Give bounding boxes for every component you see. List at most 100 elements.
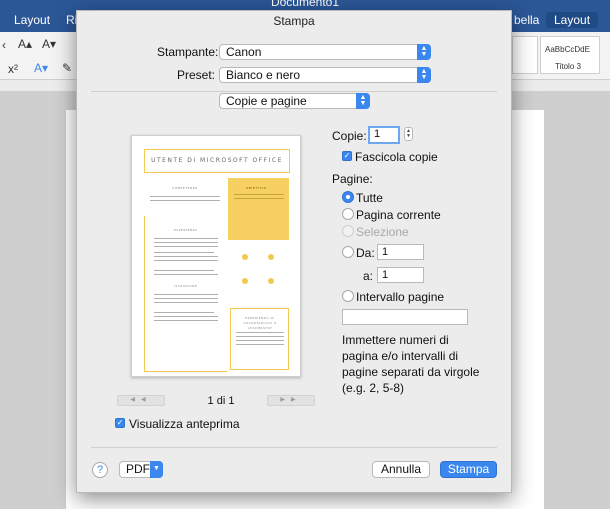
ribbon-arrow-icon[interactable]: ‹ [2,38,6,52]
to-value: 1 [382,269,389,281]
pages-current-radio[interactable] [342,208,354,220]
text-effects-icon[interactable]: A▾ [34,61,48,75]
preview-header: UTENTE DI MICROSOFT OFFICE [144,149,290,173]
pages-all-radio[interactable] [342,191,354,203]
tab-layout[interactable]: Layout [14,13,50,27]
preview-icon-dot [268,278,274,284]
pages-selection-radio [342,225,354,237]
preview-text-line [154,260,218,261]
range-label: Intervallo pagine [356,290,445,304]
pages-from-radio[interactable] [342,246,354,258]
next-page-icon: ▶▶ [280,397,302,403]
pdf-button[interactable]: PDF ▼ [119,461,163,478]
preview-section: ESPERIENZA DI VOLONTARIATO O LEADERSHIP [243,316,277,330]
preview-text-line [236,332,284,333]
preset-label: Preset: [177,68,216,82]
copies-input[interactable]: 1 [368,126,400,144]
separator [91,91,497,92]
preview-section: OBIETTIVO [246,186,267,190]
preview-text-line [150,200,220,201]
chevron-down-icon: ▼ [150,461,163,478]
preview-text-line [154,238,218,239]
help-button[interactable]: ? [92,462,108,478]
copies-value: 1 [374,128,381,140]
prev-page-icon: ◀◀ [130,397,152,403]
preset-select[interactable]: Bianco e nero ▲ ▼ [219,67,431,83]
range-hint: Immettere numeri di pagina e/o intervall… [342,333,480,395]
show-preview-label: Visualizza anteprima [129,417,240,431]
show-preview-checkbox[interactable]: ✓ [115,418,125,428]
from-value: 1 [382,246,389,258]
preview-text-line [150,196,220,197]
preview-icon-dot [268,254,274,260]
preview-text-line [154,312,214,313]
to-label: a: [363,269,374,283]
superscript-icon[interactable]: x² [8,62,18,76]
preview-text-line [236,344,284,345]
checkmark-icon: ✓ [116,418,124,427]
range-input[interactable] [342,309,468,325]
preview-text-line [154,320,218,321]
preview-text-line [154,294,218,295]
preview-text-line [154,316,218,317]
preview-text-line [154,298,218,299]
pages-selection-label: Selezione [356,225,409,239]
style-partial[interactable] [512,36,538,74]
preview-icon-dot [242,254,248,260]
printer-label: Stampante: [157,45,219,59]
highlight-icon[interactable]: ✎ [62,61,72,75]
prev-page-button[interactable]: ◀◀ [117,395,165,406]
preview-text-line [154,246,218,247]
from-label: Da: [356,246,375,260]
preview-section: COMPETENZE [172,186,198,190]
style-sample: AaBbCcDdE [545,45,590,54]
printer-value: Canon [226,45,262,59]
pages-range-radio[interactable] [342,290,354,302]
chevron-updown-icon: ▲ ▼ [417,44,431,60]
section-value: Copie e pagine [226,94,307,108]
collate-checkbox[interactable]: ✓ [342,151,352,161]
font-size-down-icon[interactable]: A▾ [42,37,56,51]
tab-layout-table[interactable]: Layout [546,12,599,28]
font-size-up-icon[interactable]: A▴ [18,37,32,51]
copies-label: Copie: [332,129,367,143]
preview-section: ESPERIENZA [174,228,198,232]
help-icon: ? [96,464,104,476]
page-preview: UTENTE DI MICROSOFT OFFICE COMPETENZE OB… [131,135,301,377]
chevron-updown-icon: ▲ ▼ [356,93,370,109]
preview-text-line [236,340,284,341]
preview-text-line [236,336,284,337]
collate-label: Fascicola copie [355,150,438,164]
preset-value: Bianco e nero [226,68,301,82]
from-input[interactable]: 1 [377,244,424,260]
pages-all-label: Tutte [356,191,383,205]
preview-header-text: UTENTE DI MICROSOFT OFFICE [151,157,283,164]
chevron-updown-icon: ▲ ▼ [417,67,431,83]
checkmark-icon: ✓ [343,151,351,160]
pages-current-label: Pagina corrente [356,208,441,222]
preview-section: ISTRUZIONE [174,284,198,288]
print-button[interactable]: Stampa [440,461,497,478]
tab-tabella[interactable]: bella [514,13,539,27]
preview-icon-dot [242,278,248,284]
page-counter: 1 di 1 [207,395,235,407]
preview-text-line [154,242,218,243]
section-select[interactable]: Copie e pagine ▲ ▼ [219,93,370,109]
copies-stepper[interactable]: ▲ ▼ [404,127,413,141]
preview-text-line [154,302,218,303]
print-dialog: Stampa Stampante: Canon ▲ ▼ Preset: Bianc… [76,10,512,493]
preview-text-line [154,256,218,257]
dialog-title: Stampa [273,14,315,28]
preview-text-line [234,194,284,195]
preview-text-line [154,270,214,271]
window-title: Documento1 [270,0,340,9]
preview-text-line [154,274,218,275]
to-input[interactable]: 1 [377,267,424,283]
style-titolo-3[interactable]: AaBbCcDdE Titolo 3 [540,36,600,74]
cancel-button[interactable]: Annulla [372,461,430,478]
pdf-label: PDF [126,462,150,476]
window-titlebar: Documento1 [0,0,610,10]
next-page-button[interactable]: ▶▶ [267,395,315,406]
printer-select[interactable]: Canon ▲ ▼ [219,44,431,60]
separator [91,447,497,448]
